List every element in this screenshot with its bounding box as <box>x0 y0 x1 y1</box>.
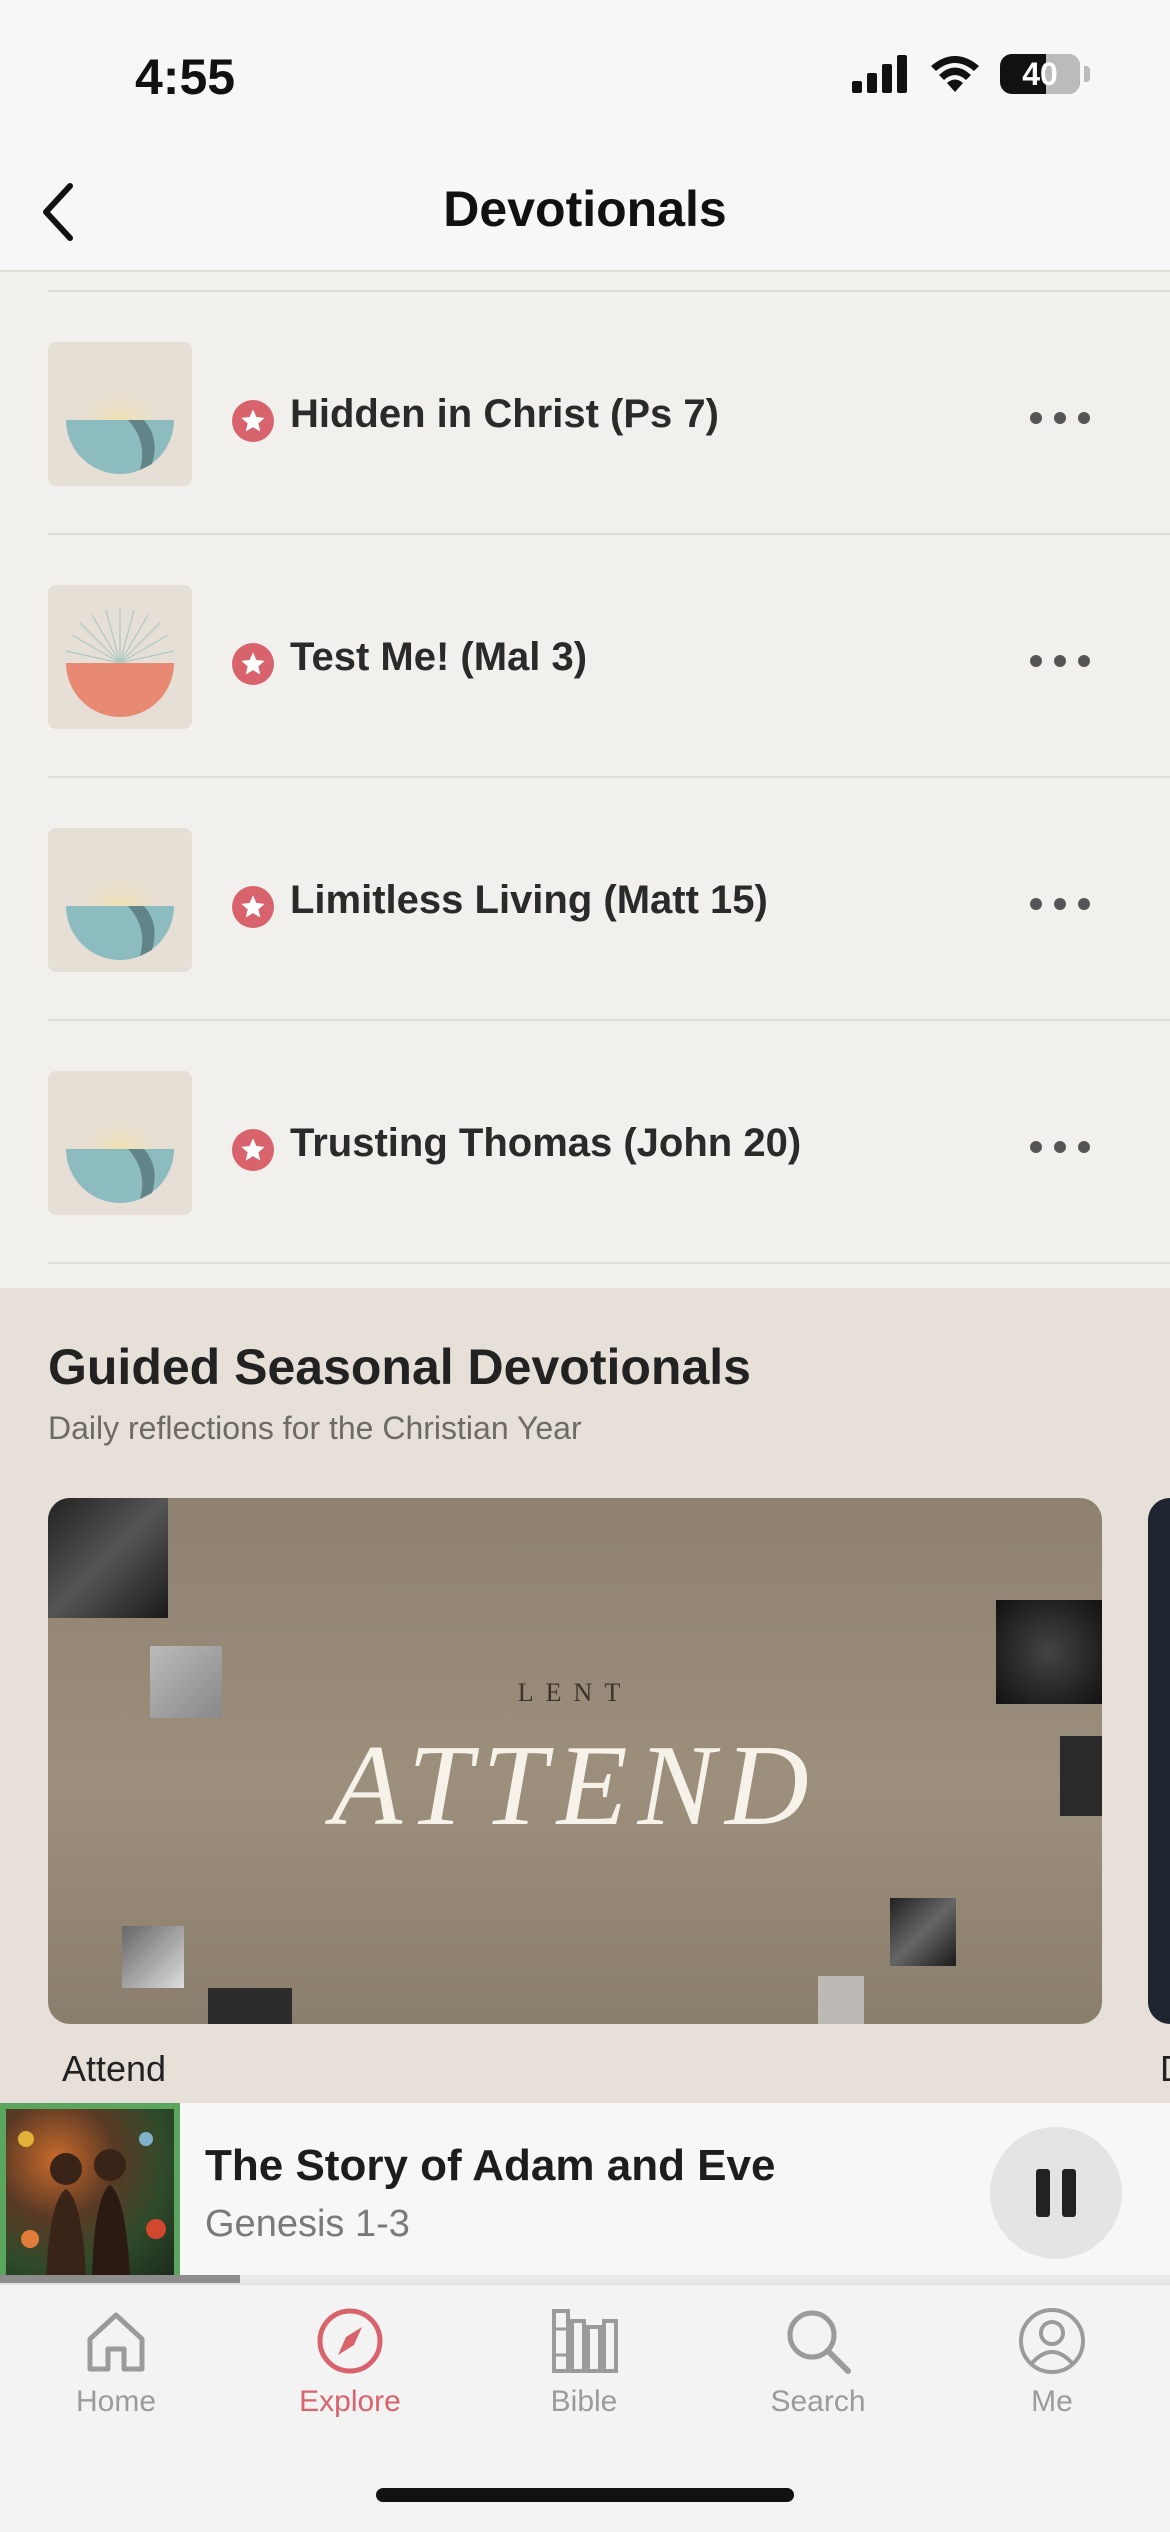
devotional-title: Trusting Thomas (John 20) <box>290 1121 802 1165</box>
list-item[interactable]: Hidden in Christ (Ps 7) <box>0 292 1170 535</box>
star-badge-icon <box>232 886 274 928</box>
tab-search[interactable]: Search <box>718 2305 918 2435</box>
playback-progress[interactable] <box>0 2275 1170 2283</box>
now-playing-bar[interactable]: The Story of Adam and Eve Genesis 1-3 <box>0 2103 1170 2283</box>
tab-label: Search <box>770 2385 866 2418</box>
status-time: 4:55 <box>135 49 236 105</box>
pause-button[interactable] <box>990 2127 1122 2259</box>
cellular-signal-icon <box>852 55 907 93</box>
tab-label: Me <box>1031 2385 1073 2418</box>
devotional-list: Hidden in Christ (Ps 7) Test Me! (Mal 3) <box>0 272 1170 1288</box>
devotional-title: Limitless Living (Matt 15) <box>290 878 768 922</box>
pause-icon <box>1036 2169 1050 2217</box>
devotional-thumbnail <box>48 342 192 486</box>
seasonal-card-next[interactable] <box>1148 1498 1170 2024</box>
section-title: Guided Seasonal Devotionals <box>48 1339 751 1395</box>
user-icon <box>1019 2308 1085 2374</box>
wifi-icon <box>931 56 979 92</box>
star-badge-icon <box>232 1129 274 1171</box>
devotional-thumbnail <box>48 1071 192 1215</box>
search-icon <box>787 2310 851 2374</box>
card-caption: D <box>1160 2048 1170 2090</box>
tab-bible[interactable]: Bible <box>484 2305 684 2435</box>
more-options-button[interactable] <box>1000 631 1120 691</box>
devotional-title: Test Me! (Mal 3) <box>290 635 588 679</box>
texture-tile <box>818 1976 864 2024</box>
nav-header: Devotionals <box>0 150 1170 272</box>
seasonal-card-attend[interactable]: LENT ATTEND <box>48 1498 1102 2024</box>
more-options-button[interactable] <box>1000 388 1120 448</box>
bible-books-icon <box>552 2309 618 2373</box>
now-playing-title: The Story of Adam and Eve <box>205 2141 776 2190</box>
now-playing-artwork <box>0 2103 180 2283</box>
list-item[interactable]: Limitless Living (Matt 15) <box>0 778 1170 1021</box>
divider <box>48 1262 1170 1264</box>
page-title: Devotionals <box>443 181 727 237</box>
star-badge-icon <box>232 643 274 685</box>
tab-label: Bible <box>550 2385 618 2418</box>
status-bar: 4:55 40 <box>0 0 1170 150</box>
devotional-title: Hidden in Christ (Ps 7) <box>290 392 719 436</box>
card-kicker: LENT <box>517 1678 633 1707</box>
battery-icon: 40 <box>1000 54 1080 94</box>
list-item[interactable]: Test Me! (Mal 3) <box>0 535 1170 778</box>
texture-tile <box>890 1898 956 1966</box>
tab-explore[interactable]: Explore <box>250 2305 450 2435</box>
status-icons: 40 <box>852 54 1090 94</box>
battery-level: 40 <box>1022 56 1058 92</box>
devotional-thumbnail <box>48 585 192 729</box>
home-indicator <box>376 2488 794 2502</box>
star-badge-icon <box>232 400 274 442</box>
home-icon <box>87 2312 145 2372</box>
tab-home[interactable]: Home <box>16 2305 216 2435</box>
card-caption: Attend <box>62 2048 167 2089</box>
devotional-thumbnail <box>48 828 192 972</box>
tab-me[interactable]: Me <box>952 2305 1152 2435</box>
playback-progress-fill <box>0 2275 240 2283</box>
more-options-button[interactable] <box>1000 874 1120 934</box>
tab-label: Explore <box>299 2385 401 2418</box>
compass-icon <box>317 2308 383 2374</box>
tab-label: Home <box>75 2385 157 2418</box>
list-item[interactable]: Trusting Thomas (John 20) <box>0 1021 1170 1264</box>
seasonal-section: Guided Seasonal Devotionals Daily reflec… <box>0 1288 1170 2103</box>
section-subtitle: Daily reflections for the Christian Year <box>48 1410 582 1446</box>
card-title: ATTEND <box>331 1722 819 1850</box>
texture-tile <box>208 1988 292 2024</box>
now-playing-subtitle: Genesis 1-3 <box>205 2203 410 2245</box>
texture-tile <box>122 1926 184 1988</box>
texture-tile <box>48 1498 168 1618</box>
more-options-button[interactable] <box>1000 1117 1120 1177</box>
